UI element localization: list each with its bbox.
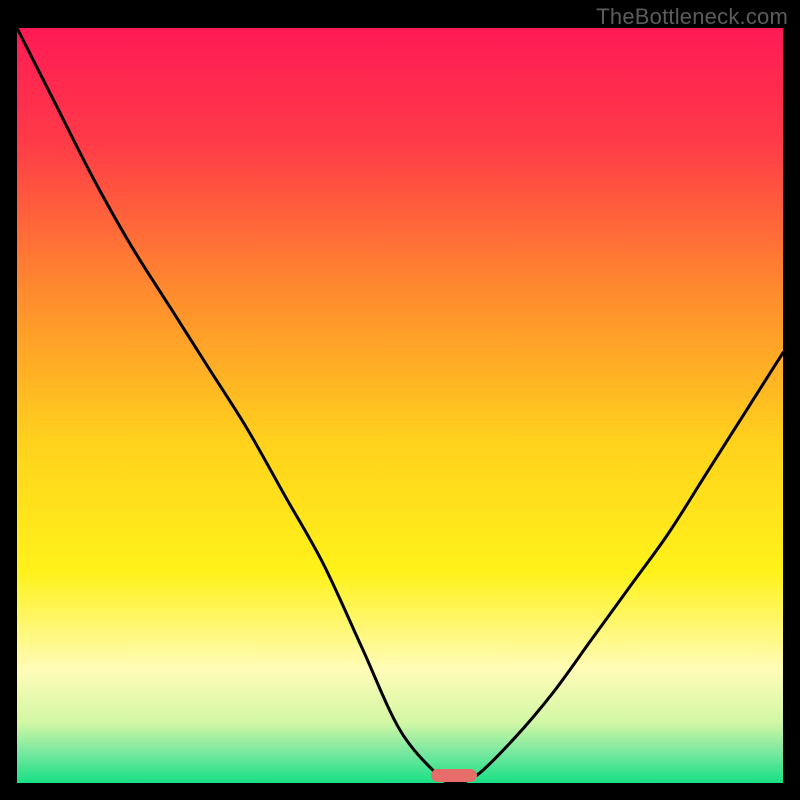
watermark-text: TheBottleneck.com — [596, 4, 788, 30]
bottleneck-curve — [17, 28, 783, 783]
optimal-marker — [431, 769, 477, 782]
plot-area — [17, 28, 783, 783]
chart-frame: TheBottleneck.com — [0, 0, 800, 800]
